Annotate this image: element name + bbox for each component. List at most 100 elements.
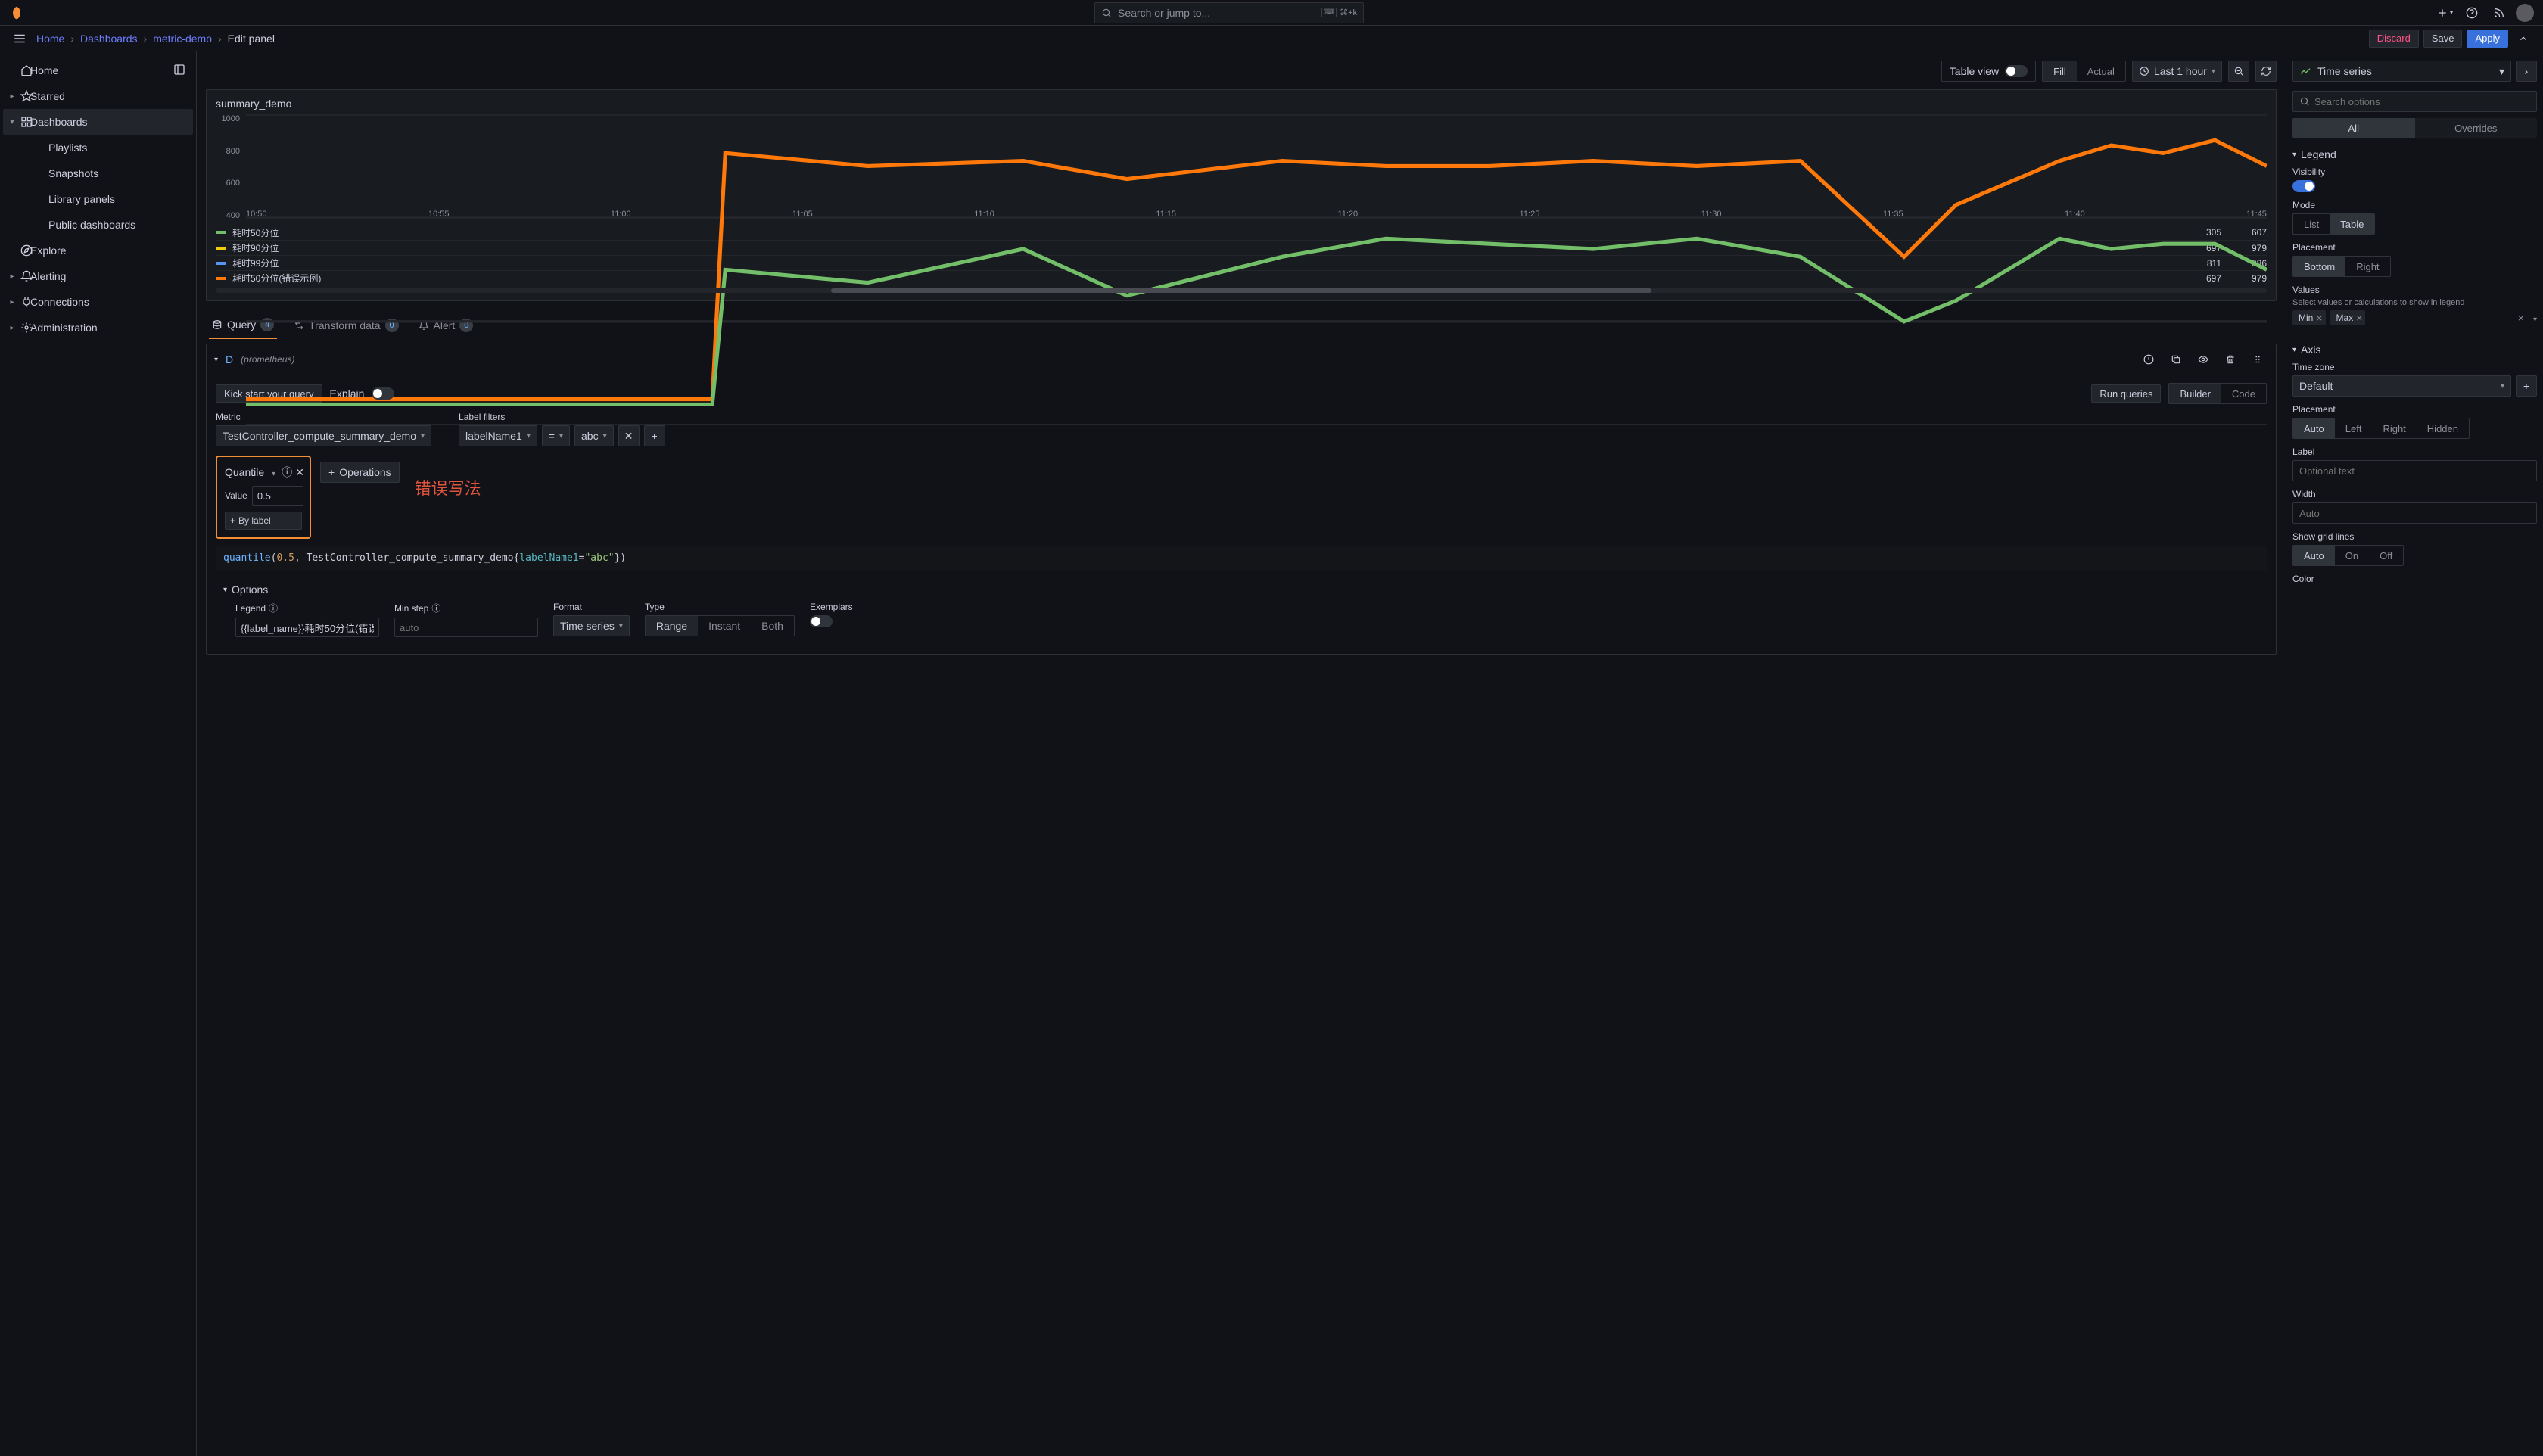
type-instant[interactable]: Instant <box>698 616 751 636</box>
sidebar-item-home[interactable]: Home <box>3 58 193 83</box>
apply-button[interactable]: Apply <box>2467 30 2508 48</box>
add-button[interactable]: ▾ <box>2434 2 2455 23</box>
crumb-dashboard[interactable]: metric-demo <box>153 33 212 45</box>
legend-info-icon[interactable]: ⓘ <box>269 602 278 614</box>
breadcrumb-bar: Home› Dashboards› metric-demo› Edit pane… <box>0 26 2543 51</box>
filter-op-select[interactable]: =▾ <box>542 425 570 446</box>
y-axis: 1000800600400 <box>216 114 243 220</box>
visualization-picker[interactable]: Time series ▾ <box>2292 61 2511 82</box>
axis-label-input[interactable] <box>2292 460 2537 481</box>
plot-area <box>246 114 2267 425</box>
collapse-right-icon[interactable] <box>2513 28 2534 49</box>
timezone-add-icon[interactable]: + <box>2516 375 2537 397</box>
plug-icon <box>20 295 33 309</box>
table-view-toggle[interactable]: Table view <box>1941 61 2036 82</box>
minstep-info-icon[interactable]: ⓘ <box>431 602 440 614</box>
sidebar-item-starred[interactable]: ▸Starred <box>3 83 193 109</box>
axis-right[interactable]: Right <box>2372 418 2416 438</box>
minstep-input[interactable] <box>394 618 538 637</box>
tag-min-remove[interactable]: × <box>2316 312 2322 324</box>
axis-width-input[interactable] <box>2292 502 2537 524</box>
filter-value-select[interactable]: abc▾ <box>574 425 614 446</box>
quantile-remove-icon[interactable]: ✕ <box>295 466 304 479</box>
section-legend[interactable]: ▾Legend <box>2292 148 2537 160</box>
fit-actual[interactable]: Actual <box>2077 61 2125 81</box>
zoom-out-icon[interactable] <box>2228 61 2249 82</box>
legend-visibility-switch[interactable] <box>2292 180 2315 192</box>
section-axis[interactable]: ▾Axis <box>2292 344 2537 356</box>
legend-input[interactable] <box>235 618 379 637</box>
legend-values-select[interactable]: Min× Max× × <box>2292 310 2537 325</box>
tag-max: Max× <box>2330 310 2366 325</box>
metric-select[interactable]: TestController_compute_summary_demo▾ <box>216 425 431 446</box>
menu-toggle-icon[interactable] <box>9 28 30 49</box>
tags-clear-icon[interactable]: × <box>2518 312 2524 324</box>
save-button[interactable]: Save <box>2423 30 2463 48</box>
sidebar: Home▸Starred▾DashboardsPlaylistsSnapshot… <box>0 51 197 1456</box>
tag-max-remove[interactable]: × <box>2356 312 2362 324</box>
explain-switch[interactable] <box>372 387 394 400</box>
options-toggle[interactable]: ▾ Options <box>216 577 2267 602</box>
format-select[interactable]: Time series▾ <box>553 615 630 636</box>
grid-auto[interactable]: Auto <box>2293 546 2335 565</box>
tags-caret-icon[interactable] <box>2529 312 2537 324</box>
sidebar-item-dashboards[interactable]: ▾Dashboards <box>3 109 193 135</box>
type-range[interactable]: Range <box>646 616 698 636</box>
annotation-text: 错误写法 <box>415 475 481 499</box>
user-avatar[interactable] <box>2516 4 2534 22</box>
grid-on[interactable]: On <box>2335 546 2369 565</box>
sidebar-item-public-dashboards[interactable]: Public dashboards <box>3 212 193 238</box>
table-view-switch[interactable] <box>2005 65 2028 77</box>
sidebar-item-playlists[interactable]: Playlists <box>3 135 193 160</box>
legend-mode-list[interactable]: List <box>2293 214 2330 234</box>
refresh-icon[interactable] <box>2255 61 2277 82</box>
filter-add-icon[interactable]: + <box>644 425 665 446</box>
axis-hidden[interactable]: Hidden <box>2417 418 2469 438</box>
fit-toggle: Fill Actual <box>2042 61 2126 82</box>
time-range-picker[interactable]: Last 1 hour ▾ <box>2132 61 2222 82</box>
timezone-select[interactable]: Default▾ <box>2292 375 2511 397</box>
discard-button[interactable]: Discard <box>2369 30 2419 48</box>
add-operations-button[interactable]: +Operations <box>320 462 400 483</box>
subtab-all[interactable]: All <box>2292 118 2415 138</box>
legend-bottom[interactable]: Bottom <box>2293 257 2345 276</box>
crumb-dashboards[interactable]: Dashboards <box>80 33 138 45</box>
sidebar-item-alerting[interactable]: ▸Alerting <box>3 263 193 289</box>
subtab-overrides[interactable]: Overrides <box>2415 118 2538 138</box>
fit-fill[interactable]: Fill <box>2043 61 2077 81</box>
options-search[interactable] <box>2292 91 2537 112</box>
legend-scrollbar[interactable] <box>216 288 2267 293</box>
crumb-page: Edit panel <box>228 33 275 45</box>
axis-placement-toggle: Auto Left Right Hidden <box>2292 418 2470 439</box>
sidebar-item-snapshots[interactable]: Snapshots <box>3 160 193 186</box>
global-search[interactable]: Search or jump to... ⌨⌘+k <box>1094 2 1364 23</box>
sidebar-item-explore[interactable]: Explore <box>3 238 193 263</box>
axis-left[interactable]: Left <box>2335 418 2373 438</box>
options-search-input[interactable] <box>2314 96 2530 107</box>
help-icon[interactable] <box>2461 2 2482 23</box>
by-label-button[interactable]: +By label <box>225 512 302 530</box>
exemplars-switch[interactable] <box>810 615 833 627</box>
type-both[interactable]: Both <box>751 616 794 636</box>
quantile-value-input[interactable] <box>252 486 303 506</box>
gear-icon <box>20 321 33 334</box>
legend-mode-table[interactable]: Table <box>2330 214 2374 234</box>
news-icon[interactable] <box>2489 2 2510 23</box>
collapse-icon[interactable]: ▾ <box>214 356 218 364</box>
sidebar-item-library-panels[interactable]: Library panels <box>3 186 193 212</box>
grid-off[interactable]: Off <box>2369 546 2403 565</box>
crumb-home[interactable]: Home <box>36 33 64 45</box>
filter-name-select[interactable]: labelName1▾ <box>459 425 537 446</box>
vis-expand-icon[interactable]: › <box>2516 61 2537 82</box>
sidebar-item-administration[interactable]: ▸Administration <box>3 315 193 341</box>
type-toggle: Range Instant Both <box>645 615 795 636</box>
topbar: Search or jump to... ⌨⌘+k ▾ <box>0 0 2543 26</box>
axis-auto[interactable]: Auto <box>2293 418 2335 438</box>
legend-right[interactable]: Right <box>2345 257 2389 276</box>
quantile-info-icon[interactable]: ⓘ <box>282 465 292 480</box>
grafana-logo[interactable] <box>9 5 24 20</box>
quantile-caret-icon[interactable] <box>267 466 275 478</box>
query-name[interactable]: D <box>226 353 233 366</box>
sidebar-item-connections[interactable]: ▸Connections <box>3 289 193 315</box>
filter-remove-icon[interactable]: ✕ <box>618 425 640 446</box>
